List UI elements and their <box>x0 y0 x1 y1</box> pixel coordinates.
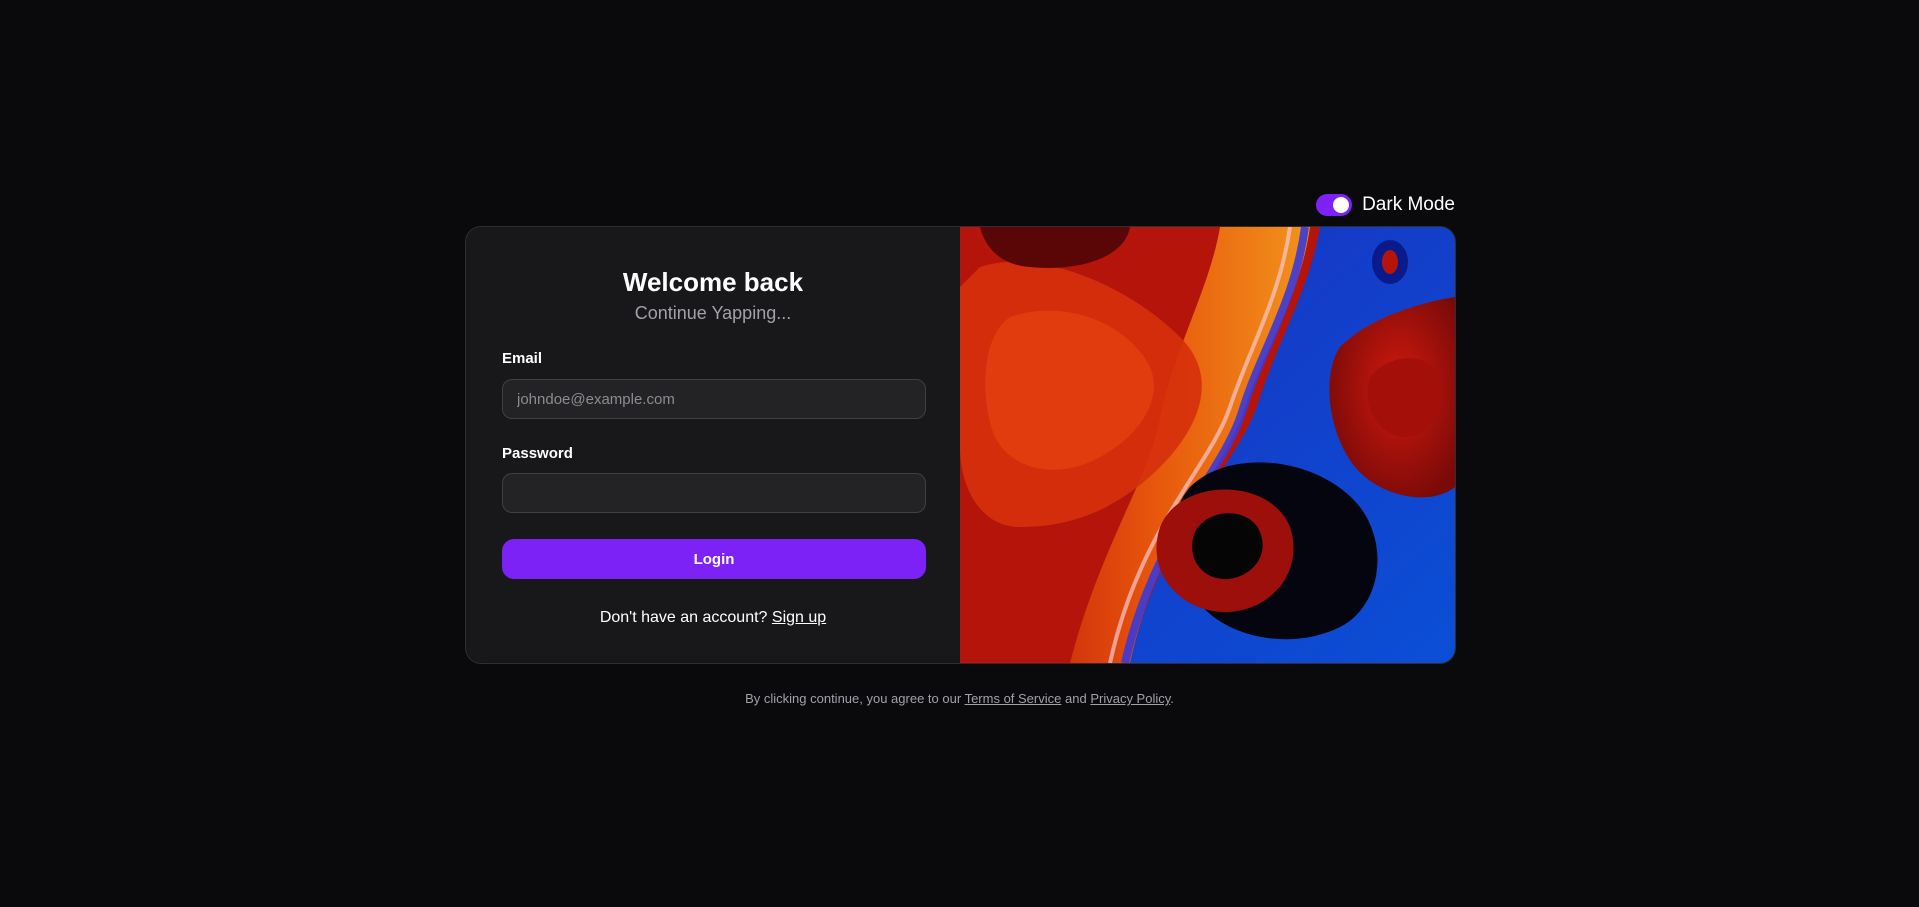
signup-prompt: Don't have an account? Sign up <box>466 607 960 629</box>
login-card: Welcome back Continue Yapping... Email P… <box>465 226 1456 664</box>
dark-mode-toggle[interactable] <box>1316 194 1353 216</box>
login-button[interactable]: Login <box>502 539 926 579</box>
dark-mode-toggle-row: Dark Mode <box>1316 192 1455 218</box>
signup-prompt-text: Don't have an account? <box>599 609 768 626</box>
toggle-knob <box>1333 197 1350 213</box>
footer-prefix: By clicking continue, you agree to our <box>745 691 962 706</box>
page-subtitle: Continue Yapping... <box>634 303 792 323</box>
login-form: Welcome back Continue Yapping... Email P… <box>466 227 960 663</box>
password-label: Password <box>502 445 573 462</box>
abstract-wave-image <box>960 227 1455 663</box>
footer-conjunction: and <box>1065 691 1087 706</box>
page-title: Welcome back <box>622 267 804 297</box>
dark-mode-label: Dark Mode <box>1362 194 1455 215</box>
password-field[interactable] <box>502 473 926 513</box>
hero-artwork <box>960 227 1455 663</box>
signup-link[interactable]: Sign up <box>772 609 826 626</box>
privacy-policy-link[interactable]: Privacy Policy <box>1090 691 1170 706</box>
footer-suffix: . <box>1170 691 1174 706</box>
email-label: Email <box>502 350 543 367</box>
terms-of-service-link[interactable]: Terms of Service <box>965 691 1062 706</box>
email-field[interactable] <box>502 379 926 419</box>
terms-footer: By clicking continue, you agree to our T… <box>0 689 1919 709</box>
